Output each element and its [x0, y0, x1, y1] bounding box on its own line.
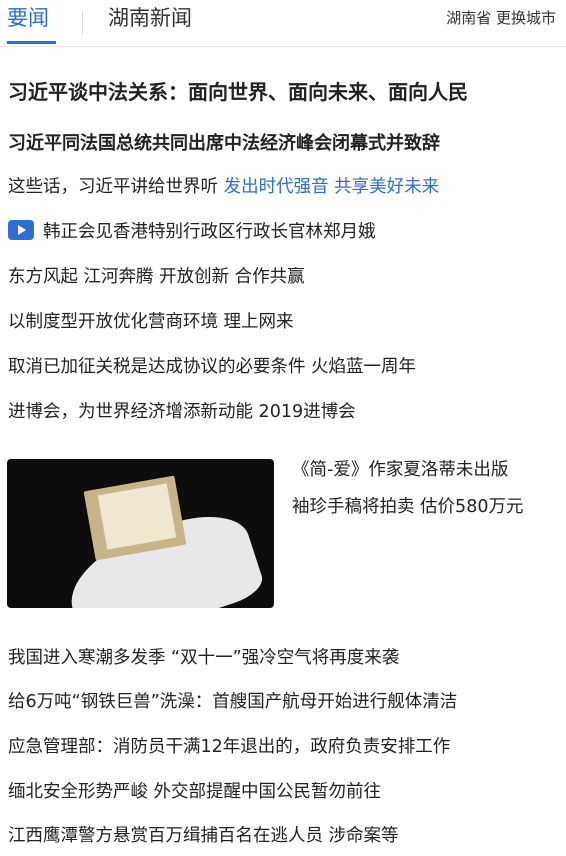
video-play-icon	[8, 220, 34, 240]
news-link[interactable]: 以制度型开放优化营商环境 理上网来	[8, 310, 294, 334]
photo-caption-line[interactable]: 《简-爱》作家夏洛蒂未出版	[292, 458, 508, 482]
news-link[interactable]: 江西鹰潭警方悬赏百万缉捕百名在逃人员 涉命案等	[8, 824, 399, 848]
header-divider	[0, 46, 566, 47]
change-city-link[interactable]: 更换城市	[496, 9, 556, 27]
location-bar: 湖南省 更换城市	[446, 8, 556, 28]
tab-hunan-news[interactable]: 湖南新闻	[108, 4, 192, 32]
news-line: 韩正会见香港特别行政区行政长官林郑月娥	[8, 220, 376, 244]
news-link[interactable]: 进博会，为世界经济增添新动能 2019进博会	[8, 400, 356, 424]
tab-top-news[interactable]: 要闻	[7, 4, 49, 32]
news-link[interactable]: 取消已加征关税是达成协议的必要条件 火焰蓝一周年	[8, 355, 416, 379]
photo-caption-line[interactable]: 袖珍手稿将拍卖 估价580万元	[292, 495, 523, 519]
news-link[interactable]: 给6万吨“钢铁巨兽”洗澡：首艘国产航母开始进行舰体清洁	[8, 690, 457, 714]
active-tab-indicator	[7, 41, 56, 44]
tab-separator	[82, 10, 83, 34]
main-headline[interactable]: 习近平谈中法关系：面向世界、面向未来、面向人民	[8, 76, 468, 105]
province-label: 湖南省	[446, 9, 492, 27]
news-link[interactable]: 缅北安全形势严峻 外交部提醒中国公民暂勿前往	[8, 780, 381, 804]
news-link[interactable]: 韩正会见香港特别行政区行政长官林郑月娥	[43, 222, 376, 242]
news-link[interactable]: 应急管理部：消防员干满12年退出的，政府负责安排工作	[8, 735, 450, 759]
news-link[interactable]: 东方风起 江河奔腾 开放创新 合作共赢	[8, 265, 305, 289]
sub-headline[interactable]: 习近平同法国总统共同出席中法经济峰会闭幕式并致辞	[8, 129, 440, 155]
news-link[interactable]: 发出时代强音	[224, 177, 329, 197]
news-link[interactable]: 这些话，习近平讲给世界听	[8, 177, 218, 197]
news-link[interactable]: 共享美好未来	[334, 177, 439, 197]
news-tab-bar: 要闻 湖南新闻 湖南省 更换城市	[0, 0, 566, 46]
news-line: 这些话，习近平讲给世界听 发出时代强音 共享美好未来	[8, 175, 439, 199]
manuscript-photo[interactable]	[7, 459, 274, 608]
news-link[interactable]: 我国进入寒潮多发季 “双十一”强冷空气将再度来袭	[8, 646, 399, 670]
